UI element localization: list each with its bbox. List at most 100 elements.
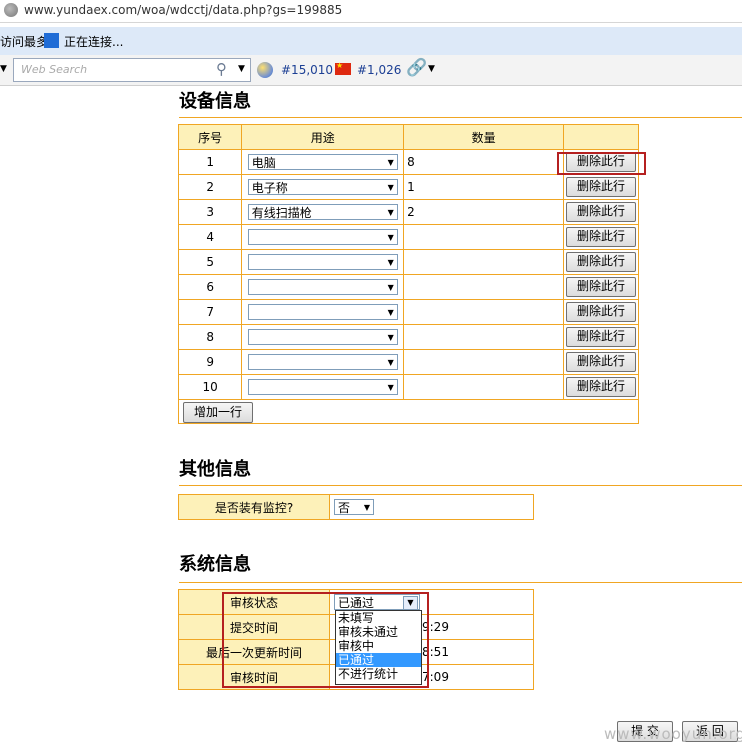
other-section-title: 其他信息 xyxy=(179,459,251,480)
use-cell: ▼ xyxy=(241,349,405,375)
monitor-select-value: 否 xyxy=(338,501,351,515)
col-no-header: 序号 xyxy=(177,124,243,150)
address-bar[interactable]: www.yundaex.com/woa/wdcctj/data.php?gs=1… xyxy=(0,0,742,23)
monitor-cell: 否 ▼ xyxy=(329,494,534,520)
quantity-input[interactable] xyxy=(403,249,565,275)
chevron-down-icon: ▼ xyxy=(387,233,394,242)
action-cell: 删除此行 xyxy=(563,324,639,350)
action-cell: 删除此行 xyxy=(563,299,639,325)
monitor-label: 是否装有监控? xyxy=(178,494,330,520)
use-select-value: 有线扫描枪 xyxy=(251,206,312,220)
table-row: 10 ▼ 删除此行 xyxy=(177,374,639,400)
global-rank[interactable]: #15,010 xyxy=(281,63,333,77)
quantity-input[interactable] xyxy=(403,224,565,250)
link-dropdown-icon[interactable]: ▼ xyxy=(428,64,435,74)
row-number: 8 xyxy=(177,324,243,350)
chevron-down-icon: ▼ xyxy=(387,208,394,217)
quantity-input[interactable] xyxy=(403,299,565,325)
section-divider xyxy=(179,582,742,583)
use-select[interactable]: ▼ xyxy=(247,279,398,295)
quantity-input[interactable] xyxy=(403,274,565,300)
use-select[interactable]: ▼ xyxy=(247,379,398,395)
row-number: 7 xyxy=(177,299,243,325)
use-cell: ▼ xyxy=(241,374,405,400)
use-cell: ▼ xyxy=(241,324,405,350)
row-number: 1 xyxy=(177,149,243,175)
use-select[interactable]: ▼ xyxy=(247,354,398,370)
search-dropdown-icon[interactable]: ▼ xyxy=(238,64,245,74)
table-row: 9 ▼ 删除此行 xyxy=(177,349,639,375)
china-flag-icon xyxy=(335,61,351,75)
chevron-down-icon: ▼ xyxy=(387,383,394,392)
chevron-down-icon: ▼ xyxy=(387,308,394,317)
other-info-table: 是否装有监控? 否 ▼ xyxy=(178,494,534,520)
col-use-header: 用途 xyxy=(241,124,405,150)
china-rank[interactable]: #1,026 xyxy=(357,63,401,77)
delete-row-button[interactable]: 删除此行 xyxy=(566,177,637,197)
bookmark-connecting[interactable]: 正在连接... xyxy=(64,33,123,50)
bookmark-most-visited[interactable]: 访问最多 xyxy=(0,33,48,50)
use-select[interactable]: ▼ xyxy=(247,304,398,320)
use-select[interactable]: 有线扫描枪 ▼ xyxy=(247,204,398,220)
search-input[interactable]: Web Search xyxy=(21,63,87,76)
bookmarks-bar: 访问最多 正在连接... xyxy=(0,27,742,55)
monitor-select[interactable]: 否 ▼ xyxy=(334,499,374,515)
use-select-value: 电子称 xyxy=(251,181,288,195)
row-number: 6 xyxy=(177,274,243,300)
link-chain-icon[interactable]: 🔗 xyxy=(406,58,427,78)
table-row: 7 ▼ 删除此行 xyxy=(177,299,639,325)
row-number: 3 xyxy=(177,199,243,225)
delete-row-button[interactable]: 删除此行 xyxy=(566,202,637,222)
search-toolbar: ▼ Web Search ⚲ ▼ #15,010 #1,026 🔗 ▼ xyxy=(0,55,742,86)
system-section-title: 系统信息 xyxy=(179,554,251,575)
quantity-input[interactable] xyxy=(403,324,565,350)
use-select[interactable]: ▼ xyxy=(247,329,398,345)
section-divider xyxy=(179,117,742,118)
delete-row-button[interactable]: 删除此行 xyxy=(566,377,637,397)
highlight-box-status xyxy=(222,592,429,688)
action-cell: 删除此行 xyxy=(563,349,639,375)
use-cell: 有线扫描枪 ▼ xyxy=(241,199,405,225)
action-cell: 删除此行 xyxy=(563,224,639,250)
quantity-input[interactable]: 1 xyxy=(403,174,565,200)
quantity-input[interactable] xyxy=(403,349,565,375)
delete-row-button[interactable]: 删除此行 xyxy=(566,302,637,322)
delete-row-button[interactable]: 删除此行 xyxy=(566,277,637,297)
use-cell: ▼ xyxy=(241,224,405,250)
chevron-down-icon: ▼ xyxy=(387,333,394,342)
search-icon[interactable]: ⚲ xyxy=(216,60,227,78)
chevron-down-icon[interactable]: ▼ xyxy=(0,64,7,74)
chevron-down-icon: ▼ xyxy=(387,283,394,292)
col-action-header xyxy=(563,124,639,150)
use-cell: ▼ xyxy=(241,299,405,325)
use-select[interactable]: ▼ xyxy=(247,254,398,270)
use-select[interactable]: 电子称 ▼ xyxy=(247,179,398,195)
delete-row-button[interactable]: 删除此行 xyxy=(566,327,637,347)
use-cell: 电脑 ▼ xyxy=(241,149,405,175)
table-row: 3 有线扫描枪 ▼ 2 删除此行 xyxy=(177,199,639,225)
quantity-input[interactable]: 8 xyxy=(403,149,565,175)
chevron-down-icon: ▼ xyxy=(387,358,394,367)
delete-row-button[interactable]: 删除此行 xyxy=(566,352,637,372)
row-number: 2 xyxy=(177,174,243,200)
use-select[interactable]: 电脑 ▼ xyxy=(247,154,398,170)
use-select[interactable]: ▼ xyxy=(247,229,398,245)
table-row: 2 电子称 ▼ 1 删除此行 xyxy=(177,174,639,200)
watermark: www.wooyun.org xyxy=(604,725,742,743)
quantity-input[interactable]: 2 xyxy=(403,199,565,225)
globe-icon xyxy=(4,3,18,17)
chevron-down-icon: ▼ xyxy=(387,258,394,267)
chevron-down-icon: ▼ xyxy=(363,503,370,512)
action-cell: 删除此行 xyxy=(563,174,639,200)
quantity-input[interactable] xyxy=(403,374,565,400)
add-row-button[interactable]: 增加一行 xyxy=(183,402,253,423)
delete-row-button[interactable]: 删除此行 xyxy=(566,252,637,272)
highlight-box-delete xyxy=(557,152,646,175)
section-divider xyxy=(179,485,742,486)
action-cell: 删除此行 xyxy=(563,274,639,300)
url-text[interactable]: www.yundaex.com/woa/wdcctj/data.php?gs=1… xyxy=(24,3,342,17)
table-row: 6 ▼ 删除此行 xyxy=(177,274,639,300)
delete-row-button[interactable]: 删除此行 xyxy=(566,227,637,247)
web-search-box[interactable]: Web Search ⚲ ▼ xyxy=(13,58,251,82)
use-select-value: 电脑 xyxy=(251,156,276,170)
